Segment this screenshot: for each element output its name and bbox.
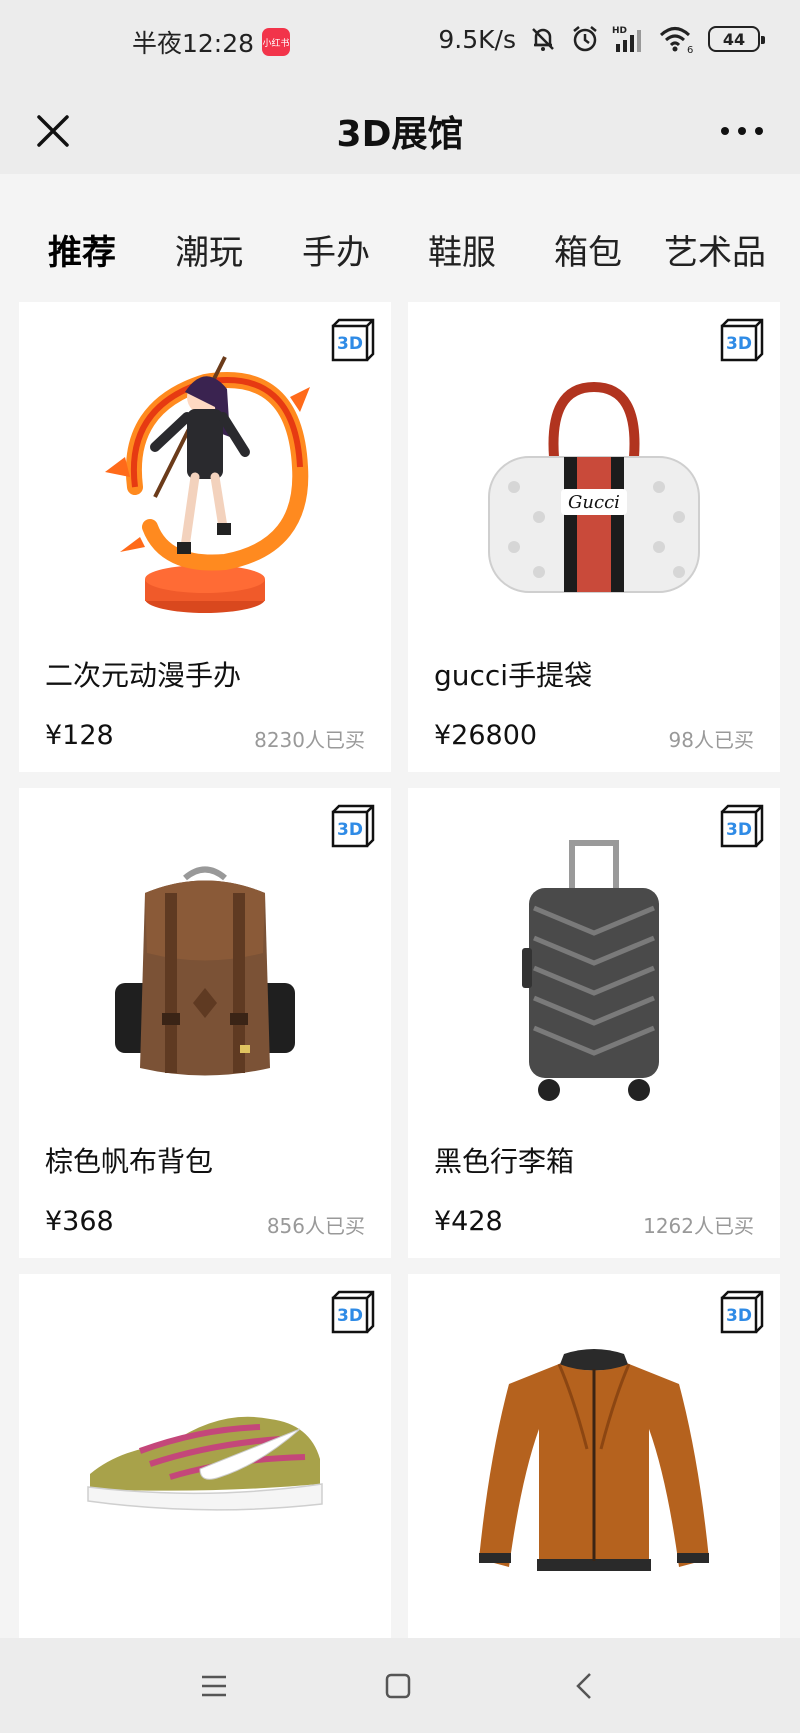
leather-jacket-image: [408, 1294, 780, 1624]
tab-label: 箱包: [554, 232, 622, 273]
tab-label: 手办: [302, 232, 370, 273]
product-name: 二次元动漫手办: [45, 659, 242, 692]
product-sold-count: 1262人已买: [643, 1214, 754, 1238]
back-chevron-icon: [576, 1673, 591, 1699]
product-sold-count: 856人已买: [266, 1214, 365, 1238]
status-bar-right: 9.5K/s HD 6 44: [438, 24, 765, 54]
close-icon: [37, 115, 69, 147]
cellular-signal-icon: HD: [612, 24, 646, 54]
product-card[interactable]: 3D 黑色行李箱 ¥428 1262人已买: [408, 788, 780, 1258]
tab-label: 鞋服: [428, 232, 496, 273]
home-square-icon: [385, 1673, 411, 1699]
close-button[interactable]: [26, 104, 80, 158]
tab-label: 推荐: [48, 232, 116, 273]
wifi-icon: 6: [658, 24, 696, 54]
backpack-image: [19, 808, 391, 1138]
page-title: 3D展馆: [336, 114, 464, 155]
status-bar-left: 半夜12:28 小红书: [132, 24, 291, 60]
status-bar: 半夜12:28 小红书 9.5K/s HD 6 44: [0, 0, 800, 88]
svg-text:HD: HD: [612, 26, 627, 36]
tab-figures[interactable]: 手办: [302, 224, 370, 274]
product-grid: 3D 二次元动漫手办 ¥128 8230人已买 3D Gucci gucci手提…: [0, 292, 800, 1638]
tab-bags[interactable]: 箱包: [554, 224, 622, 274]
product-card[interactable]: 3D 二次元动漫手办 ¥128 8230人已买: [19, 302, 391, 772]
product-card[interactable]: 3D: [19, 1274, 391, 1638]
more-options-button[interactable]: [710, 104, 774, 158]
category-tabs: 推荐 潮玩 手办 鞋服 箱包 艺术品: [0, 174, 800, 292]
suitcase-image: [408, 808, 780, 1138]
product-name: gucci手提袋: [434, 659, 593, 692]
sneaker-image: [19, 1294, 391, 1624]
tab-recommend[interactable]: 推荐: [36, 224, 120, 274]
tab-shoes-clothing[interactable]: 鞋服: [428, 224, 496, 274]
more-dots-icon: [721, 127, 763, 135]
home-button[interactable]: [378, 1666, 418, 1706]
product-sold-count: 8230人已买: [254, 728, 365, 752]
svg-text:Gucci: Gucci: [568, 492, 620, 513]
svg-text:6: 6: [687, 45, 693, 54]
product-price: ¥428: [434, 1206, 503, 1237]
menu-lines-icon: [202, 1675, 226, 1697]
product-card[interactable]: 3D 棕色帆布背包 ¥368 856人已买: [19, 788, 391, 1258]
alarm-clock-icon: [570, 24, 600, 54]
recent-apps-button[interactable]: [194, 1666, 234, 1706]
back-button[interactable]: [564, 1666, 604, 1706]
product-price: ¥368: [45, 1206, 114, 1237]
handbag-image: Gucci: [408, 322, 780, 652]
product-card[interactable]: 3D Gucci gucci手提袋 ¥26800 98人已买: [408, 302, 780, 772]
battery-indicator: 44: [708, 26, 765, 52]
tab-label: 艺术品: [664, 232, 766, 273]
nav-bar: 3D展馆: [0, 88, 800, 174]
product-sold-count: 98人已买: [668, 728, 754, 752]
network-speed: 9.5K/s: [438, 24, 516, 54]
status-time: 半夜12:28: [132, 29, 255, 58]
mute-bell-icon: [528, 24, 558, 54]
tab-art[interactable]: 艺术品: [664, 224, 766, 274]
tab-label: 潮玩: [175, 232, 243, 273]
product-price: ¥26800: [434, 720, 538, 751]
anime-figure-image: [19, 322, 391, 652]
product-price: ¥128: [45, 720, 114, 751]
product-name: 黑色行李箱: [434, 1145, 575, 1178]
product-name: 棕色帆布背包: [45, 1145, 214, 1178]
xiaohongshu-app-icon: 小红书: [262, 28, 291, 56]
system-nav-bar: [0, 1638, 800, 1733]
product-card[interactable]: 3D: [408, 1274, 780, 1638]
tab-trendy-toys[interactable]: 潮玩: [175, 224, 243, 274]
